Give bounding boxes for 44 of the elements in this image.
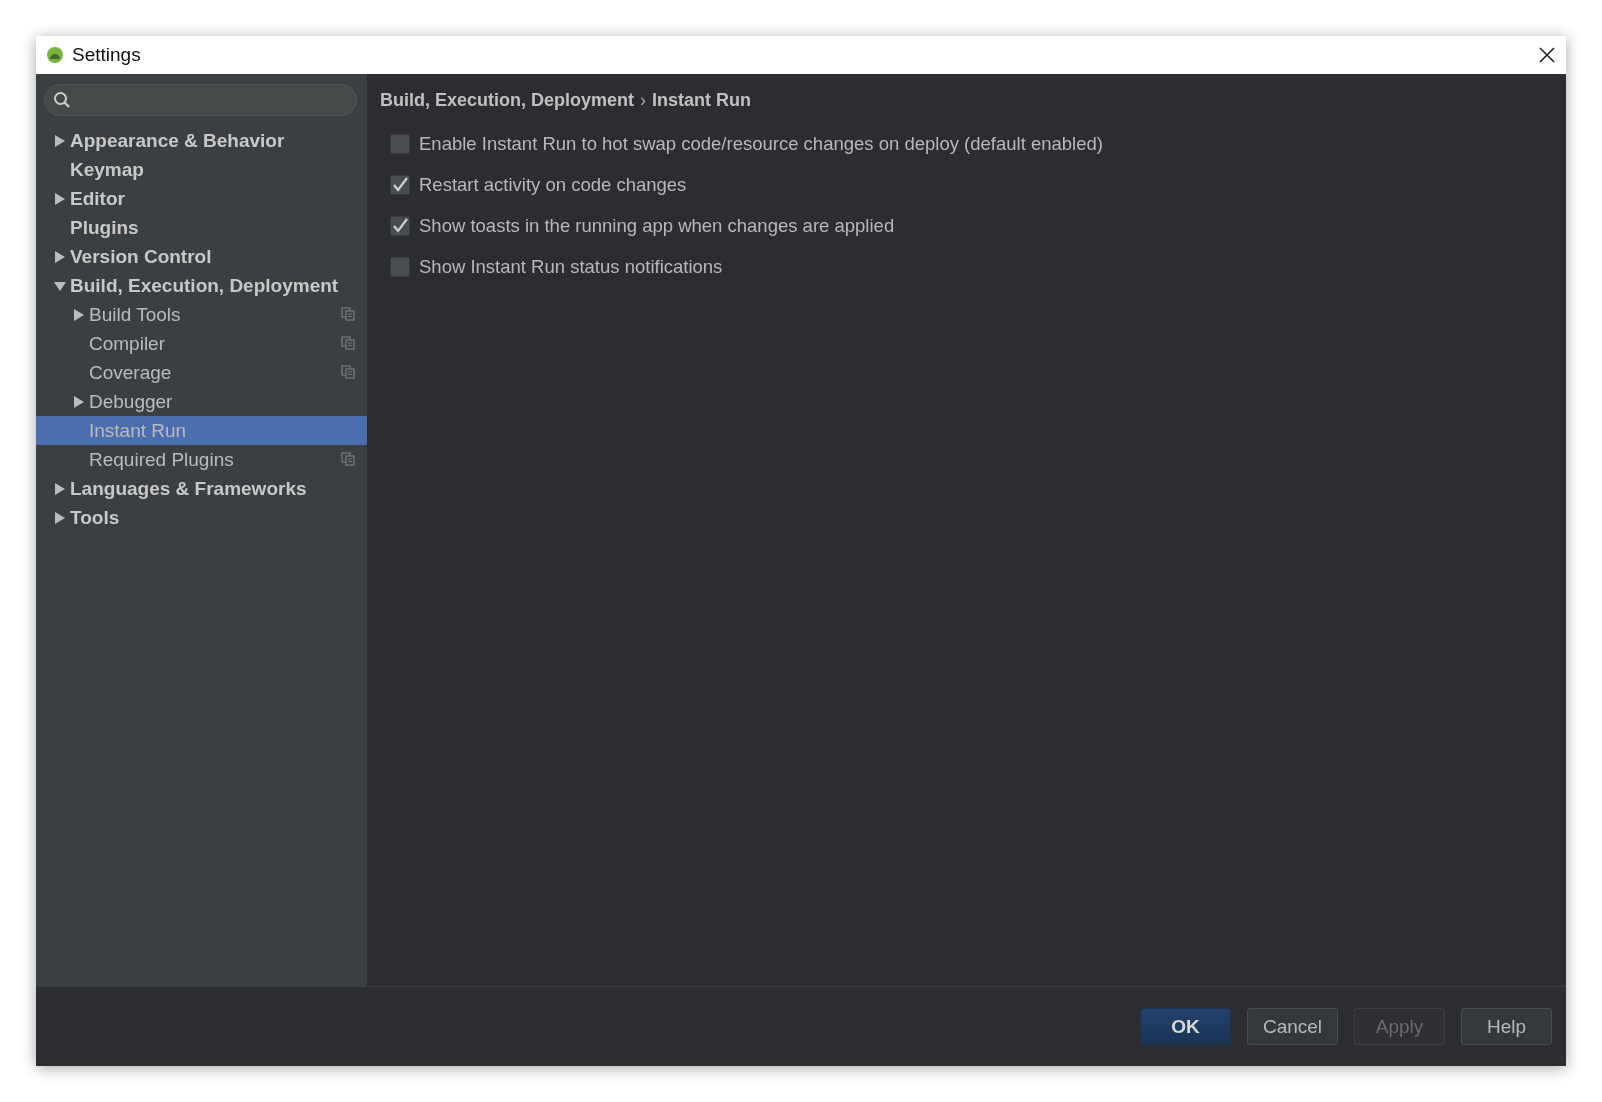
checkbox[interactable]: [390, 256, 410, 277]
tree-item[interactable]: Build, Execution, Deployment: [36, 271, 367, 300]
close-icon[interactable]: [1538, 46, 1556, 64]
tree-item[interactable]: Languages & Frameworks: [36, 474, 367, 503]
tree-item[interactable]: Build Tools: [36, 300, 367, 329]
checkbox-label: Restart activity on code changes: [419, 173, 687, 196]
tree-item[interactable]: Editor: [36, 184, 367, 213]
expanded-arrow-icon[interactable]: [54, 279, 66, 292]
checkbox[interactable]: [390, 133, 410, 154]
tree-item[interactable]: Coverage: [36, 358, 367, 387]
collapsed-arrow-icon[interactable]: [54, 134, 66, 147]
collapsed-arrow-icon[interactable]: [54, 511, 66, 524]
tree-item[interactable]: Appearance & Behavior: [36, 126, 367, 155]
tree-item[interactable]: Required Plugins: [36, 445, 367, 474]
dialog-button[interactable]: OK: [1140, 1008, 1231, 1045]
dialog-button[interactable]: Help: [1461, 1008, 1552, 1045]
collapsed-arrow-icon[interactable]: [54, 192, 66, 205]
collapsed-arrow-icon[interactable]: [73, 395, 85, 408]
tree-item[interactable]: Plugins: [36, 213, 367, 242]
checkbox-label: Enable Instant Run to hot swap code/resource changes on deploy (default enabled): [419, 132, 1103, 155]
tree-item[interactable]: Keymap: [36, 155, 367, 184]
copy-icon: [341, 335, 355, 350]
tree-item[interactable]: Compiler: [36, 329, 367, 358]
copy-icon: [341, 451, 355, 466]
collapsed-arrow-icon[interactable]: [54, 250, 66, 263]
collapsed-arrow-icon[interactable]: [54, 482, 66, 495]
checkbox[interactable]: [390, 174, 410, 195]
search-icon: [53, 91, 71, 109]
copy-icon: [341, 306, 355, 321]
tree-item[interactable]: Debugger: [36, 387, 367, 416]
checkbox-label: Show Instant Run status notifications: [419, 255, 723, 278]
breadcrumb-separator: ›: [640, 90, 647, 111]
app-logo-icon: [46, 46, 64, 64]
breadcrumb-item: Instant Run: [652, 90, 752, 111]
tree-item[interactable]: Version Control: [36, 242, 367, 271]
search-field[interactable]: [44, 84, 357, 116]
dialog-button[interactable]: Cancel: [1247, 1008, 1338, 1045]
collapsed-arrow-icon[interactable]: [73, 308, 85, 321]
breadcrumb-item: Build, Execution, Deployment: [380, 90, 635, 111]
checkbox-label: Show toasts in the running app when changes are applied: [419, 214, 895, 237]
window-title: Settings: [72, 44, 141, 66]
tree-item[interactable]: Tools: [36, 503, 367, 532]
checkbox[interactable]: [390, 215, 410, 236]
copy-icon: [341, 364, 355, 379]
